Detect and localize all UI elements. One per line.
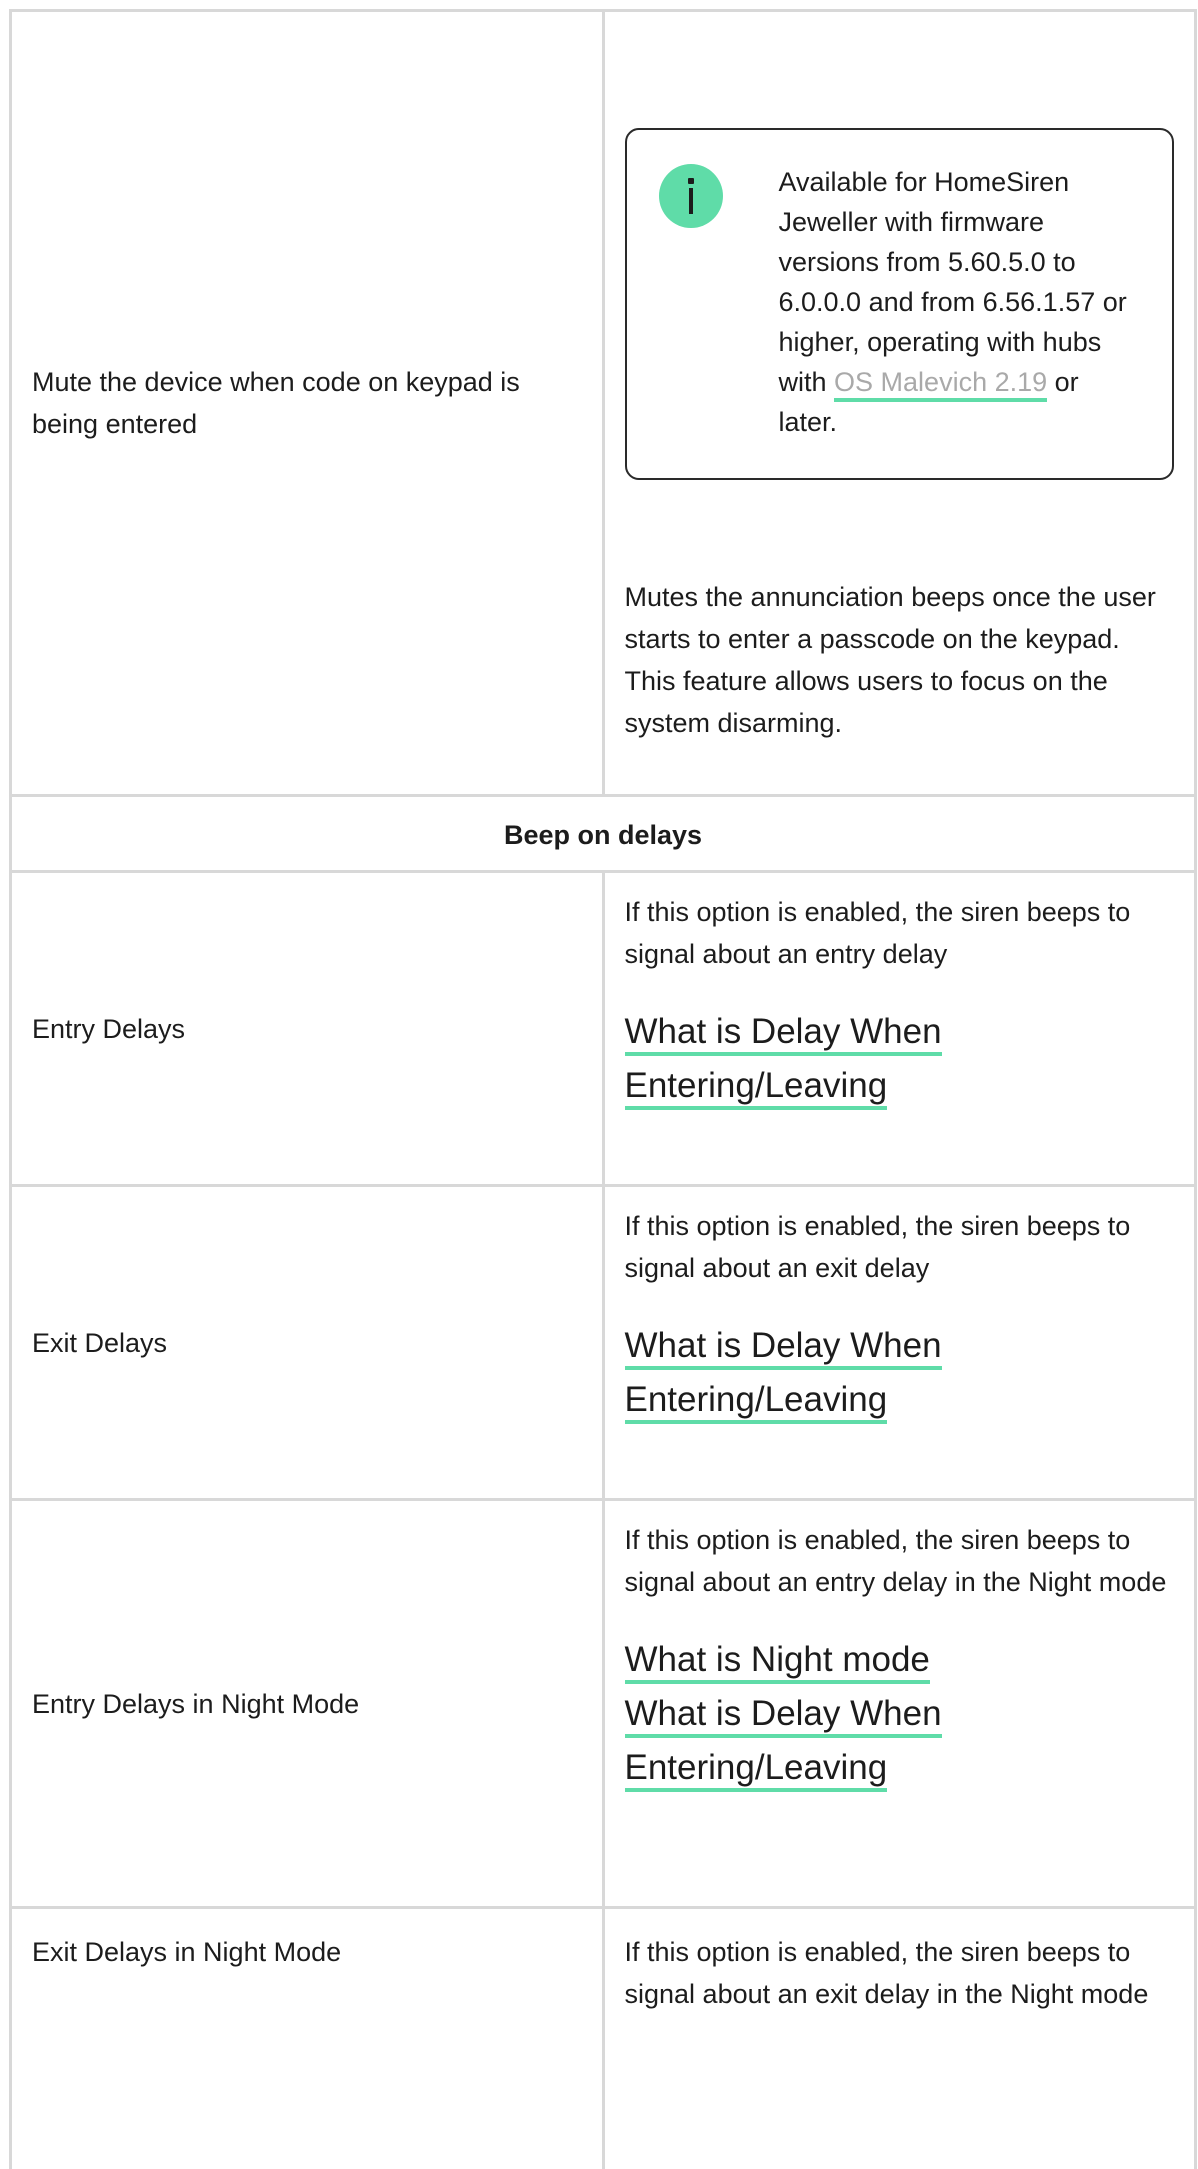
setting-label-entry-delays: Entry Delays: [12, 873, 605, 1184]
os-malevich-link[interactable]: OS Malevich 2.19: [834, 367, 1048, 402]
setting-label-exit-night: Exit Delays in Night Mode: [12, 1909, 605, 2169]
info-icon: [658, 164, 723, 228]
links-group: What is Delay When Entering/Leaving: [624, 1319, 1175, 1427]
links-group: What is Night mode What is Delay When En…: [624, 1633, 1175, 1795]
table-row-entry-delays: Entry Delays If this option is enabled, …: [12, 873, 1197, 1187]
setting-description-exit: If this option is enabled, the siren bee…: [624, 1211, 1131, 1283]
delay-link-continued[interactable]: Entering/Leaving: [624, 1373, 1175, 1427]
setting-description-cell: If this option is enabled, the siren bee…: [605, 1501, 1197, 1906]
links-group: What is Delay When Entering/Leaving: [624, 1005, 1175, 1113]
delay-link-continued[interactable]: Entering/Leaving: [624, 1741, 1175, 1795]
table-row-entry-night: Entry Delays in Night Mode If this optio…: [12, 1501, 1197, 1909]
setting-label-mute: Mute the device when code on keypad is b…: [12, 12, 605, 794]
setting-description-entry: If this option is enabled, the siren bee…: [624, 897, 1131, 969]
setting-description-mute: Mutes the annunciation beeps once the us…: [624, 582, 1156, 738]
setting-description-exit-night: If this option is enabled, the siren bee…: [624, 1937, 1149, 2009]
info-text: Available for HomeSiren Jeweller with fi…: [778, 167, 1127, 437]
setting-description-cell: If this option is enabled, the siren bee…: [605, 1187, 1197, 1498]
setting-description-cell: Available for HomeSiren Jeweller with fi…: [605, 12, 1197, 794]
setting-label-entry-night: Entry Delays in Night Mode: [12, 1501, 605, 1906]
delay-link[interactable]: What is Delay When: [624, 1005, 1175, 1059]
settings-table: Mute the device when code on keypad is b…: [9, 9, 1197, 2169]
table-row-mute: Mute the device when code on keypad is b…: [12, 12, 1197, 797]
setting-description-entry-night: If this option is enabled, the siren bee…: [624, 1525, 1167, 1597]
table-row-exit-delays: Exit Delays If this option is enabled, t…: [12, 1187, 1197, 1501]
section-header: Beep on delays: [12, 797, 1197, 870]
delay-link[interactable]: What is Delay When: [624, 1687, 1175, 1741]
setting-description-cell: If this option is enabled, the siren bee…: [605, 1909, 1197, 2169]
info-box: Available for HomeSiren Jeweller with fi…: [624, 128, 1174, 480]
setting-label-exit-delays: Exit Delays: [12, 1187, 605, 1498]
delay-link[interactable]: What is Delay When: [624, 1319, 1175, 1373]
night-mode-link[interactable]: What is Night mode: [624, 1633, 1175, 1687]
section-header-row: Beep on delays: [12, 797, 1197, 873]
table-row-exit-night: Exit Delays in Night Mode If this option…: [12, 1909, 1197, 2169]
setting-description-cell: If this option is enabled, the siren bee…: [605, 873, 1197, 1184]
delay-link-continued[interactable]: Entering/Leaving: [624, 1059, 1175, 1113]
